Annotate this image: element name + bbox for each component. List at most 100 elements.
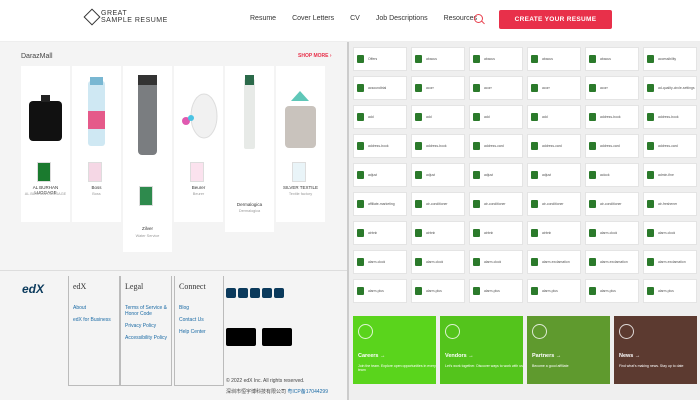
icon-label: adjust: [542, 173, 552, 177]
info-card[interactable]: News → Find what's making news. Stay up t…: [614, 316, 697, 384]
nav-job-descriptions[interactable]: Job Descriptions: [376, 15, 428, 22]
icon-tile[interactable]: air-conditioner: [527, 192, 581, 216]
icon-tile[interactable]: airbnb: [353, 221, 407, 245]
footer-link-privacy[interactable]: Privacy Policy: [125, 323, 167, 329]
icon-tile[interactable]: alarm-exclamation: [585, 250, 639, 274]
icon-tile[interactable]: address-card: [585, 134, 639, 158]
icon-tile[interactable]: airbnb: [411, 221, 465, 245]
info-card[interactable]: Vendors → Let's work together. Discover w…: [440, 316, 523, 384]
footer-link-contact[interactable]: Contact Us: [179, 317, 219, 323]
icon-tile[interactable]: alarm-exclamation: [643, 250, 697, 274]
product-brand: Textile factory: [288, 192, 313, 196]
icon-tile[interactable]: ad-quality-circle-settings: [643, 76, 697, 100]
icon-tile[interactable]: abacus: [411, 47, 465, 71]
icon-tile[interactable]: Offers: [353, 47, 407, 71]
icon-tile[interactable]: abacus: [527, 47, 581, 71]
icon-tile[interactable]: address-book: [585, 105, 639, 129]
icon-tile[interactable]: add: [411, 105, 465, 129]
icon-tile[interactable]: adjust: [411, 163, 465, 187]
shop-more-link[interactable]: SHOP MORE ›: [298, 53, 332, 59]
brand-badge: [292, 162, 306, 182]
icon-tile[interactable]: airbnb: [469, 221, 523, 245]
icon-tile[interactable]: add: [527, 105, 581, 129]
icon-tile[interactable]: address-book: [411, 134, 465, 158]
icon-tile[interactable]: add: [353, 105, 407, 129]
facebook-icon[interactable]: [226, 288, 236, 298]
footer-link-accessibility[interactable]: Accessibility Policy: [125, 335, 167, 341]
icon-tile[interactable]: abacus: [469, 47, 523, 71]
icon-tile[interactable]: abacus: [585, 47, 639, 71]
icon-tile[interactable]: alarm-plus: [353, 279, 407, 303]
footer-link-help[interactable]: Help Center: [179, 329, 219, 335]
nav-cv[interactable]: CV: [350, 15, 360, 22]
icon-tile[interactable]: address-book: [643, 105, 697, 129]
icon-tile[interactable]: acorn: [411, 76, 465, 100]
icon-tile[interactable]: accessibility: [643, 47, 697, 71]
footer-link-blog[interactable]: Blog: [179, 305, 219, 311]
icon-tile[interactable]: alarm-clock: [411, 250, 465, 274]
product-card[interactable]: Zilver Water Service: [123, 66, 172, 252]
search-icon[interactable]: [474, 14, 483, 23]
icon-tile[interactable]: alarm-clock: [469, 250, 523, 274]
address-book-icon: [415, 142, 422, 150]
icon-tile[interactable]: airbnb: [527, 221, 581, 245]
reddit-icon[interactable]: [274, 288, 284, 298]
icp-link[interactable]: 粤ICP备17044299: [287, 389, 328, 395]
icon-tile[interactable]: air-conditioner: [411, 192, 465, 216]
icon-tile[interactable]: acsoundtrial: [353, 76, 407, 100]
icon-tile[interactable]: alarm-plus: [585, 279, 639, 303]
create-resume-button[interactable]: CREATE YOUR RESUME: [499, 10, 612, 29]
nav-cover-letters[interactable]: Cover Letters: [292, 15, 334, 22]
icon-tile[interactable]: adjust: [353, 163, 407, 187]
app-store-badge[interactable]: [226, 328, 256, 346]
linkedin-icon[interactable]: [250, 288, 260, 298]
icon-tile[interactable]: address-card: [527, 134, 581, 158]
product-card[interactable]: Dermalogica Dermalogica: [225, 66, 274, 232]
footer-link-business[interactable]: edX for Business: [73, 317, 115, 323]
icon-tile[interactable]: acorn: [585, 76, 639, 100]
icon-tile[interactable]: aclock: [585, 163, 639, 187]
nav-resources[interactable]: Resources: [444, 15, 477, 22]
icon-tile[interactable]: adjust: [469, 163, 523, 187]
product-card[interactable]: Boss Boss: [72, 66, 121, 222]
icon-tile[interactable]: alarm-plus: [469, 279, 523, 303]
product-card[interactable]: Beurer Beurer: [174, 66, 223, 222]
icon-tile[interactable]: address-card: [643, 134, 697, 158]
info-card[interactable]: Careers → Join the team. Explore open opp…: [353, 316, 436, 384]
icon-tile[interactable]: alarm-plus: [527, 279, 581, 303]
adjust-icon: [473, 171, 480, 179]
icon-tile[interactable]: alarm-exclamation: [527, 250, 581, 274]
icon-tile[interactable]: alarm-clock: [353, 250, 407, 274]
icon-tile[interactable]: address-book: [353, 134, 407, 158]
abacus-icon: [415, 55, 422, 63]
icon-tile[interactable]: acorn: [469, 76, 523, 100]
icon-tile[interactable]: admin-fine: [643, 163, 697, 187]
icon-tile[interactable]: address-card: [469, 134, 523, 158]
instagram-icon[interactable]: [262, 288, 272, 298]
info-card[interactable]: Partners → Become a good affiliate: [527, 316, 610, 384]
icon-tile[interactable]: add: [469, 105, 523, 129]
product-card[interactable]: SILVER TEXTILE Textile factory: [276, 66, 325, 222]
footer-col-title: Legal: [125, 282, 144, 291]
icon-tile[interactable]: air-conditioner: [585, 192, 639, 216]
icon-tile[interactable]: alarm-clock: [585, 221, 639, 245]
icon-tile[interactable]: alarm-plus: [411, 279, 465, 303]
icon-tile[interactable]: air-conditioner: [469, 192, 523, 216]
nav-resume[interactable]: Resume: [250, 15, 276, 22]
icon-tile[interactable]: air-freshener: [643, 192, 697, 216]
site-logo[interactable]: GREAT SAMPLE RESUME: [83, 8, 168, 26]
icon-tile[interactable]: affiliate-marketing: [353, 192, 407, 216]
footer-link-about[interactable]: About: [73, 305, 115, 311]
icon-tile[interactable]: adjust: [527, 163, 581, 187]
main-nav: Resume Cover Letters CV Job Descriptions…: [250, 15, 477, 22]
twitter-icon[interactable]: [238, 288, 248, 298]
icon-tile[interactable]: alarm-clock: [643, 221, 697, 245]
google-play-badge[interactable]: [262, 328, 292, 346]
icon-tile[interactable]: alarm-plus: [643, 279, 697, 303]
footer-link-terms[interactable]: Terms of Service & Honor Code: [125, 305, 167, 317]
product-card[interactable]: AL BURHAN LUGGAGE AL BURHAN LUGGAGE: [21, 66, 70, 222]
address-card-icon: [589, 142, 596, 150]
icon-tile[interactable]: acorn: [527, 76, 581, 100]
icon-label: address-card: [542, 144, 562, 148]
edx-logo[interactable]: edX: [22, 282, 44, 296]
